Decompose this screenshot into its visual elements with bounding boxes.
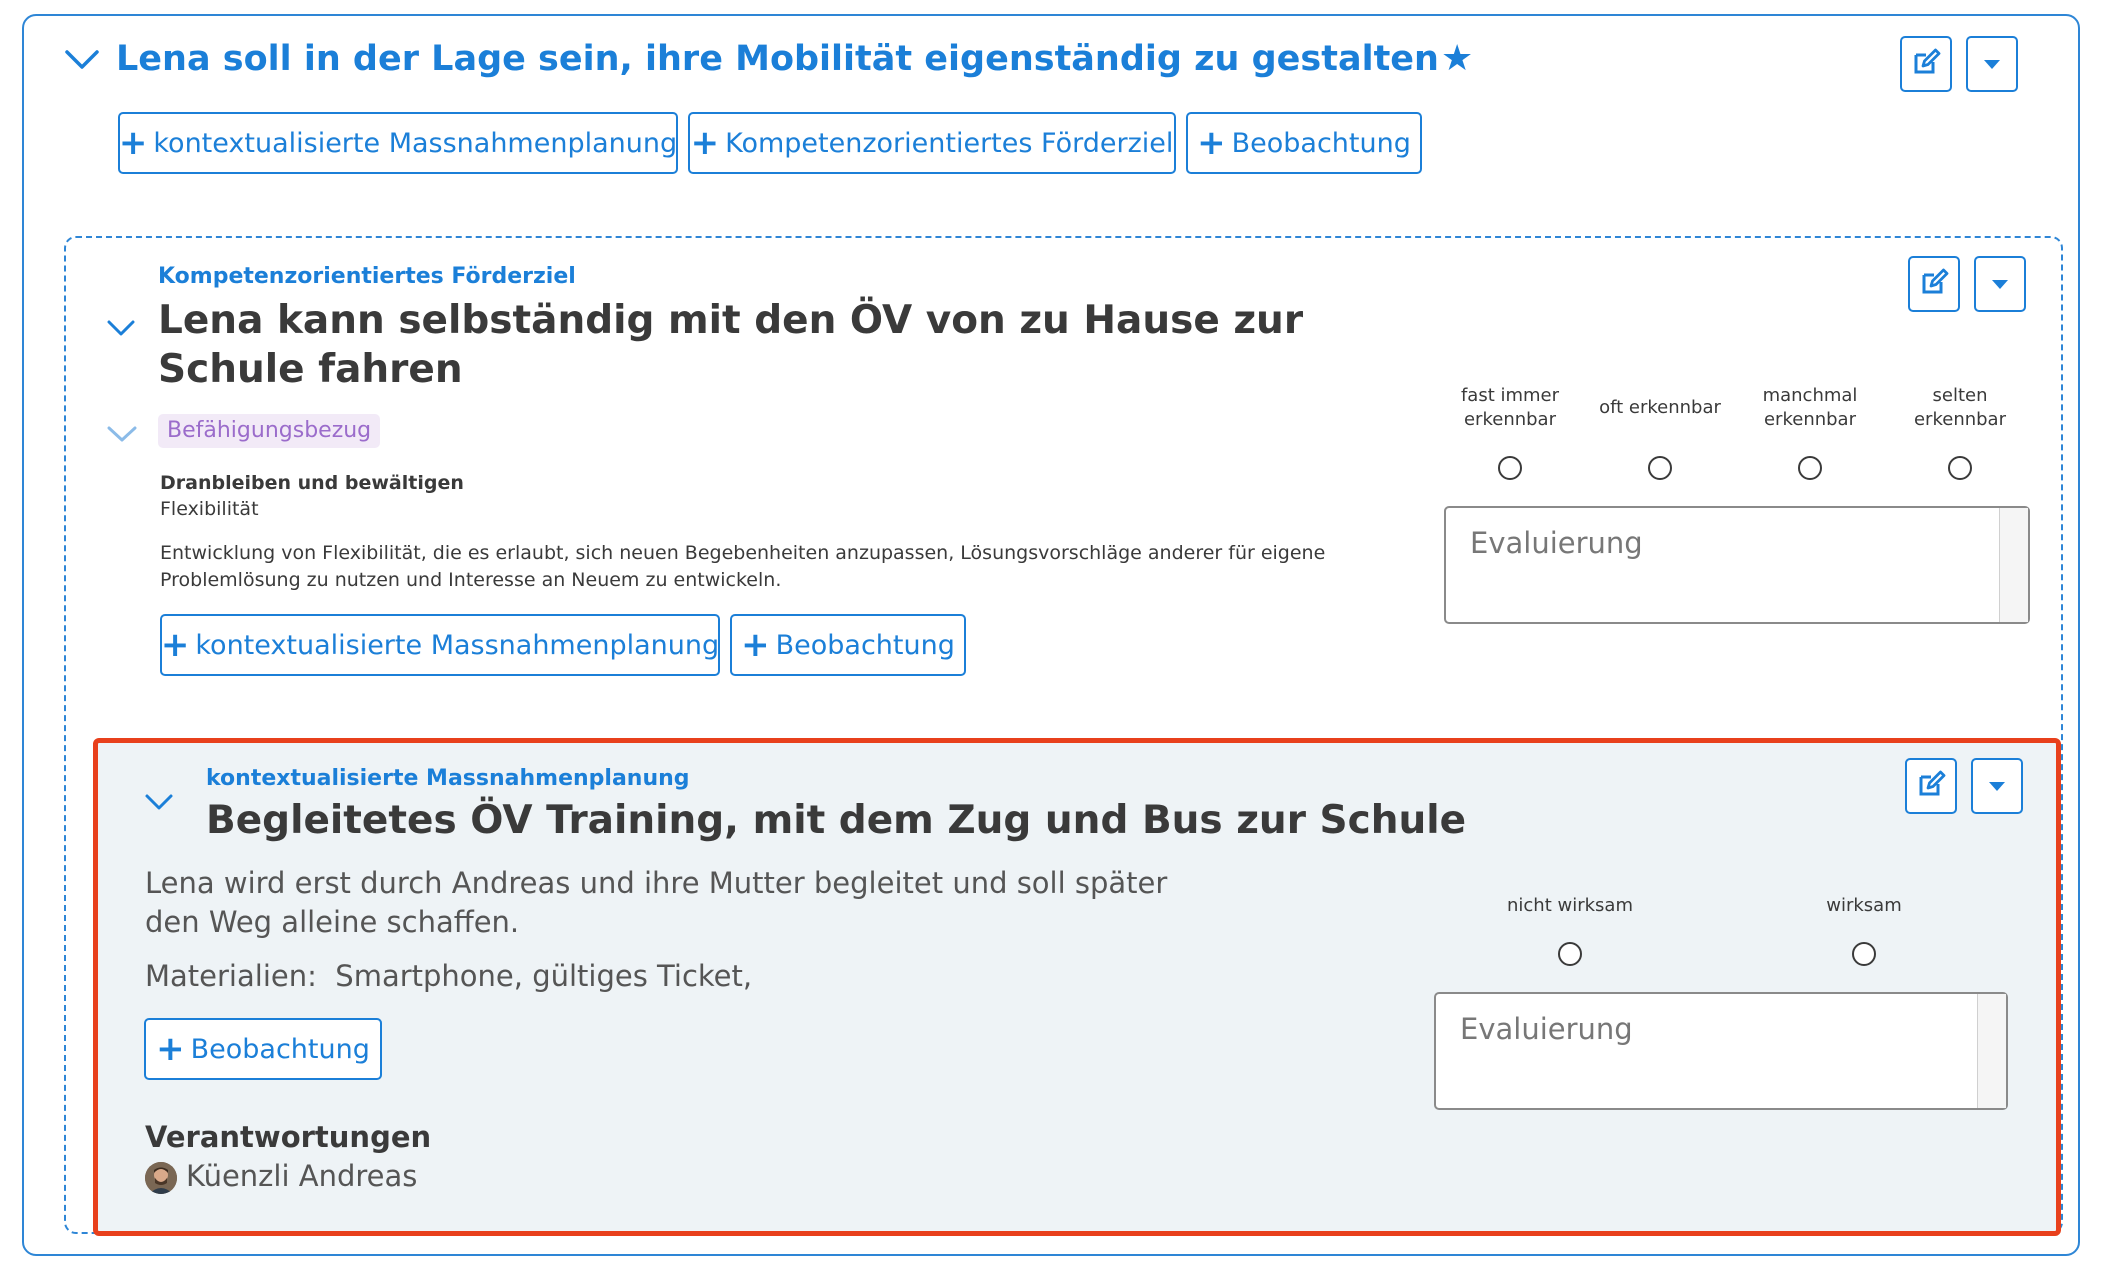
add-foerderziel-button[interactable]: + Kompetenzorientiertes Förderziel — [688, 112, 1176, 174]
radio-nicht-wirksam[interactable] — [1558, 942, 1582, 966]
goal-title-text: Lena soll in der Lage sein, ihre Mobilit… — [116, 39, 1439, 79]
goal-collapse-chevron-down-icon[interactable] — [64, 48, 100, 72]
button-label: kontextualisierte Massnahmenplanung — [195, 629, 720, 661]
target-title: Lena kann selbständig mit den ÖV von zu … — [158, 298, 1304, 392]
scale-label-line: oft erkennbar — [1599, 397, 1721, 418]
target-evaluation-textarea[interactable]: Evaluierung — [1444, 506, 2030, 624]
plus-icon: + — [118, 123, 148, 163]
goal-edit-button[interactable] — [1900, 36, 1952, 92]
scale-label-manchmal: manchmal erkennbar — [1740, 384, 1880, 432]
radio-fast-immer[interactable] — [1498, 456, 1522, 480]
evaluation-placeholder: Evaluierung — [1460, 1012, 1633, 1046]
scale-label-nicht-wirksam: nicht wirksam — [1507, 895, 1633, 916]
radio-selten[interactable] — [1948, 456, 1972, 480]
measure-description-line-1: Lena wird erst durch Andreas und ihre Mu… — [145, 866, 1168, 900]
textarea-scrollbar[interactable] — [1977, 994, 2006, 1108]
plus-icon: + — [160, 625, 190, 665]
responsibilities-heading: Verantwortungen — [145, 1120, 432, 1154]
measure-description-line-2: den Weg alleine schaffen. — [145, 905, 520, 939]
responsible-person-name: Küenzli Andreas — [186, 1159, 418, 1193]
caret-down-icon — [1984, 55, 2000, 74]
goal-title: Lena soll in der Lage sein, ihre Mobilit… — [116, 38, 1473, 79]
measure-edit-button[interactable] — [1905, 758, 1957, 814]
add-massnahmenplanung-button[interactable]: + kontextualisierte Massnahmenplanung — [118, 112, 678, 174]
competence-description: Entwicklung von Flexibilität, die es erl… — [160, 542, 1326, 591]
edit-icon — [1919, 267, 1949, 301]
target-collapse-chevron-down-icon[interactable] — [106, 318, 136, 338]
button-label: kontextualisierte Massnahmenplanung — [153, 127, 678, 159]
measure-options-dropdown-button[interactable] — [1971, 758, 2023, 814]
plus-icon: + — [156, 1029, 185, 1069]
avatar — [145, 1162, 177, 1194]
goal-options-dropdown-button[interactable] — [1966, 36, 2018, 92]
scale-label-wirksam: wirksam — [1826, 895, 1902, 916]
button-label: Beobachtung — [775, 629, 955, 661]
edit-icon — [1911, 47, 1941, 81]
plus-icon: + — [1197, 123, 1226, 163]
radio-oft[interactable] — [1648, 456, 1672, 480]
target-type-label: Kompetenzorientiertes Förderziel — [158, 264, 576, 289]
add-beobachtung-button[interactable]: + Beobachtung — [1186, 112, 1422, 174]
scale-label-fast-immer: fast immer erkennbar — [1440, 384, 1580, 432]
competence-name: Flexibilität — [160, 498, 259, 520]
plus-icon: + — [690, 123, 720, 163]
competence-area: Dranbleiben und bewältigen — [160, 472, 464, 494]
scale-label-line: erkennbar — [1763, 409, 1856, 430]
scale-label-line: erkennbar — [1913, 409, 2006, 430]
measure-evaluation-textarea[interactable]: Evaluierung — [1434, 992, 2008, 1110]
textarea-scrollbar[interactable] — [1999, 508, 2028, 622]
target-add-beobachtung-button[interactable]: + Beobachtung — [730, 614, 966, 676]
befaehigungsbezug-chip: Befähigungsbezug — [158, 414, 381, 448]
edit-icon — [1916, 769, 1946, 803]
measure-collapse-chevron-down-icon[interactable] — [144, 792, 174, 812]
evaluation-placeholder: Evaluierung — [1470, 526, 1643, 560]
caret-down-icon — [1992, 275, 2008, 294]
target-add-massnahmenplanung-button[interactable]: + kontextualisierte Massnahmenplanung — [160, 614, 720, 676]
measure-materials: Materialien: Smartphone, gültiges Ticket… — [145, 959, 753, 993]
measure-type-label: kontextualisierte Massnahmenplanung — [206, 766, 690, 791]
measure-add-beobachtung-button[interactable]: + Beobachtung — [144, 1018, 382, 1080]
button-label: Beobachtung — [190, 1033, 370, 1065]
scale-label-line: erkennbar — [1463, 409, 1556, 430]
button-label: Kompetenzorientiertes Förderziel — [725, 127, 1174, 159]
scale-label-line: manchmal — [1762, 385, 1858, 406]
button-label: Beobachtung — [1231, 127, 1411, 159]
befaehigung-collapse-chevron-down-icon[interactable] — [106, 424, 138, 444]
star-icon[interactable]: ★ — [1441, 38, 1473, 79]
radio-manchmal[interactable] — [1798, 456, 1822, 480]
scale-label-oft: oft erkennbar — [1590, 396, 1730, 420]
caret-down-icon — [1989, 777, 2005, 796]
scale-label-line: fast immer — [1460, 385, 1560, 406]
scale-label-line: selten — [1932, 385, 1988, 406]
target-edit-button[interactable] — [1908, 256, 1960, 312]
scale-label-selten: selten erkennbar — [1890, 384, 2030, 432]
measure-title: Begleitetes ÖV Training, mit dem Zug und… — [206, 798, 1467, 843]
radio-wirksam[interactable] — [1852, 942, 1876, 966]
plus-icon: + — [741, 625, 770, 665]
target-options-dropdown-button[interactable] — [1974, 256, 2026, 312]
